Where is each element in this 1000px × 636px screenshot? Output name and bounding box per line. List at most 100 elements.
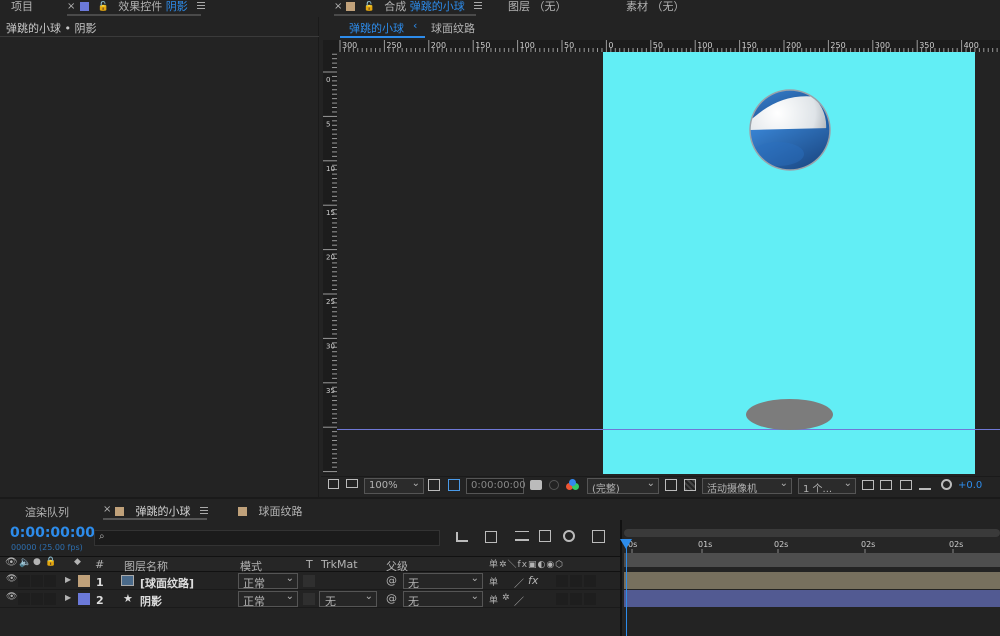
- effects-label-swatch: [80, 2, 89, 11]
- exposure-icon[interactable]: [941, 479, 952, 490]
- switch-cell[interactable]: [570, 575, 582, 587]
- reset-exposure-icon[interactable]: [880, 480, 892, 490]
- switch-cell[interactable]: [584, 593, 596, 605]
- shadow-layer[interactable]: [746, 399, 833, 430]
- lock-cell[interactable]: [44, 575, 56, 587]
- timeline-divider: [620, 520, 622, 636]
- work-area-bar[interactable]: [624, 529, 1000, 537]
- switch-cell[interactable]: [584, 575, 596, 587]
- chevron-down-icon: ⌄: [285, 573, 294, 584]
- expand-triangle-icon[interactable]: ▶: [65, 593, 71, 602]
- frame-blending-icon[interactable]: [539, 530, 551, 542]
- timeline-frames: 00000 (25.00 fps): [11, 543, 83, 552]
- flowchart-icon[interactable]: [919, 480, 931, 490]
- layer-search-input[interactable]: ⌕: [94, 530, 440, 546]
- shy-switch-icon[interactable]: 单: [489, 575, 498, 588]
- layer-name[interactable]: [球面纹路]: [140, 575, 194, 591]
- comp-subtab-active[interactable]: 弹跳的小球: [349, 20, 404, 36]
- zoom-select[interactable]: 100% ⌄: [364, 478, 424, 494]
- tab-timeline-comp2[interactable]: 球面纹路: [238, 503, 303, 519]
- views-select[interactable]: 1 个... ⌄: [798, 478, 856, 495]
- playhead-line: [626, 540, 627, 636]
- quality-switch-icon[interactable]: ／: [514, 593, 524, 608]
- shy-layers-icon[interactable]: [515, 531, 529, 541]
- switch-cell[interactable]: [570, 593, 582, 605]
- show-snapshot-icon[interactable]: [549, 480, 559, 490]
- close-icon[interactable]: ×: [103, 504, 111, 515]
- playhead-handle[interactable]: [620, 539, 632, 549]
- panel-menu-icon[interactable]: [200, 507, 208, 514]
- fx-switch[interactable]: fx: [528, 574, 538, 587]
- comp-subtab-other[interactable]: 球面纹路: [431, 20, 475, 36]
- work-area-range[interactable]: [624, 553, 1000, 567]
- pickwhip-icon[interactable]: @: [386, 574, 397, 587]
- audio-cell[interactable]: [18, 575, 30, 587]
- channel-rgb-icon[interactable]: [566, 479, 580, 491]
- switch-cell[interactable]: [556, 575, 568, 587]
- preserve-transparency-cell[interactable]: [303, 575, 315, 587]
- label-color-swatch[interactable]: [78, 575, 90, 587]
- comp-mini-flowchart-icon[interactable]: [456, 532, 468, 542]
- expand-triangle-icon[interactable]: ▶: [65, 575, 71, 584]
- solo-cell[interactable]: [31, 593, 43, 605]
- timeline-timecode[interactable]: 0:00:00:00: [10, 525, 95, 541]
- layer-bar[interactable]: [624, 572, 1000, 589]
- motion-blur-icon[interactable]: [563, 530, 575, 542]
- label-header-icon: ◆: [74, 557, 81, 567]
- time-ruler-label: 02s: [774, 540, 788, 549]
- lock-icon[interactable]: 🔓: [364, 0, 375, 14]
- tab-layer[interactable]: 图层 （无）: [508, 0, 567, 16]
- snapshot-view-icon[interactable]: [328, 479, 339, 489]
- camera-select[interactable]: 活动摄像机 ⌄: [702, 478, 792, 495]
- current-time-field[interactable]: 0:00:00:00: [466, 478, 526, 494]
- transparency-grid-icon[interactable]: [684, 479, 696, 491]
- draft-3d-icon[interactable]: [485, 531, 497, 543]
- tab-comp-prefix: 合成: [384, 0, 407, 13]
- pickwhip-icon[interactable]: @: [386, 592, 397, 605]
- parent-select[interactable]: 无 ⌄: [403, 591, 483, 608]
- eye-icon[interactable]: 👁: [6, 574, 17, 584]
- trkmat-select[interactable]: 无 ⌄: [319, 591, 377, 608]
- lock-header-icon: 🔒: [45, 557, 57, 567]
- tab-footage[interactable]: 素材 （无）: [626, 0, 685, 16]
- grid-toggle-icon[interactable]: [428, 479, 440, 491]
- panel-menu-icon[interactable]: [197, 2, 206, 9]
- ruler-label: 150: [742, 41, 757, 50]
- graph-editor-icon[interactable]: [592, 530, 605, 543]
- tab-timeline-comp1[interactable]: 弹跳的小球: [115, 503, 208, 519]
- camera-snapshot-icon[interactable]: [530, 480, 542, 490]
- monitor-icon[interactable]: [346, 479, 358, 488]
- preserve-transparency-cell[interactable]: [303, 593, 315, 605]
- lock-icon[interactable]: 🔓: [98, 0, 109, 14]
- audio-cell[interactable]: [18, 593, 30, 605]
- search-icon: ⌕: [99, 531, 105, 542]
- tab-project[interactable]: 项目: [11, 0, 33, 16]
- region-of-interest-icon[interactable]: [665, 479, 677, 491]
- ruler-corner: [323, 40, 337, 52]
- exposure-value[interactable]: +0.0: [958, 480, 982, 491]
- ball-layer[interactable]: [748, 88, 832, 172]
- lock-cell[interactable]: [44, 593, 56, 605]
- resolution-select[interactable]: (完整) ⌄: [587, 478, 659, 495]
- guide-line[interactable]: [337, 429, 1000, 430]
- eye-icon[interactable]: 👁: [6, 592, 17, 602]
- tab-render-queue[interactable]: 渲染队列: [25, 504, 69, 520]
- collapse-switch-icon[interactable]: ✲: [502, 593, 510, 603]
- layer-bar[interactable]: [624, 590, 1000, 607]
- toggle-view-icon[interactable]: [862, 480, 874, 490]
- solo-cell[interactable]: [31, 575, 43, 587]
- switch-cell[interactable]: [556, 593, 568, 605]
- layer-name[interactable]: 阴影: [140, 593, 162, 609]
- fast-preview-icon[interactable]: [900, 480, 912, 490]
- panel-menu-icon[interactable]: [474, 2, 483, 9]
- quality-switch-icon[interactable]: ／: [514, 575, 524, 590]
- mode-select[interactable]: 正常 ⌄: [238, 573, 298, 590]
- label-color-swatch[interactable]: [78, 593, 90, 605]
- horizontal-ruler: 300 250 200 150 100 50 0 50 100 150 200 250 300 350 40…: [337, 40, 1000, 52]
- chevron-left-icon[interactable]: ‹: [413, 19, 417, 32]
- mode-select[interactable]: 正常 ⌄: [238, 591, 298, 608]
- tab-comp2-label: 球面纹路: [258, 505, 303, 518]
- mask-toggle-icon[interactable]: [448, 479, 460, 491]
- shy-switch-icon[interactable]: 单: [489, 593, 498, 606]
- parent-select[interactable]: 无 ⌄: [403, 573, 483, 590]
